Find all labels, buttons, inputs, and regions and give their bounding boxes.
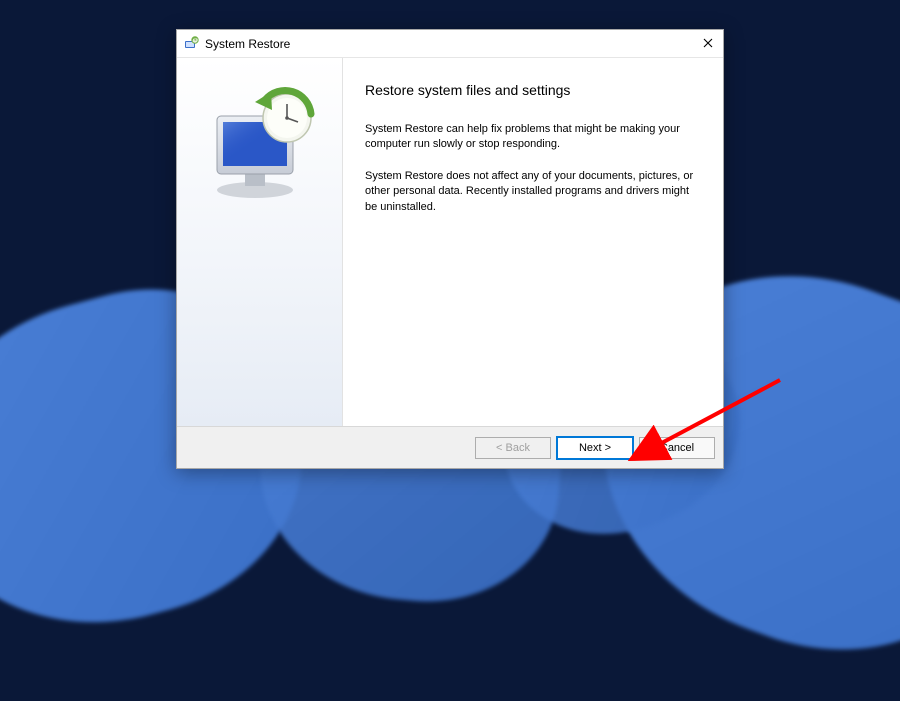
side-illustration — [177, 58, 343, 426]
main-panel: Restore system files and settings System… — [343, 58, 723, 426]
close-button[interactable] — [699, 34, 717, 52]
system-restore-icon — [183, 36, 199, 52]
intro-paragraph-2: System Restore does not affect any of yo… — [365, 169, 695, 215]
titlebar: System Restore — [177, 30, 723, 58]
intro-paragraph-1: System Restore can help fix problems tha… — [365, 122, 695, 153]
close-icon — [703, 38, 713, 48]
window-title: System Restore — [205, 37, 290, 51]
system-restore-dialog: System Restore — [176, 29, 724, 469]
cancel-button[interactable]: Cancel — [639, 437, 715, 459]
page-heading: Restore system files and settings — [365, 82, 697, 98]
back-button: < Back — [475, 437, 551, 459]
dialog-body: Restore system files and settings System… — [177, 58, 723, 426]
button-bar: < Back Next > Cancel — [177, 426, 723, 468]
next-button[interactable]: Next > — [557, 437, 633, 459]
restore-illustration-icon — [195, 86, 325, 206]
